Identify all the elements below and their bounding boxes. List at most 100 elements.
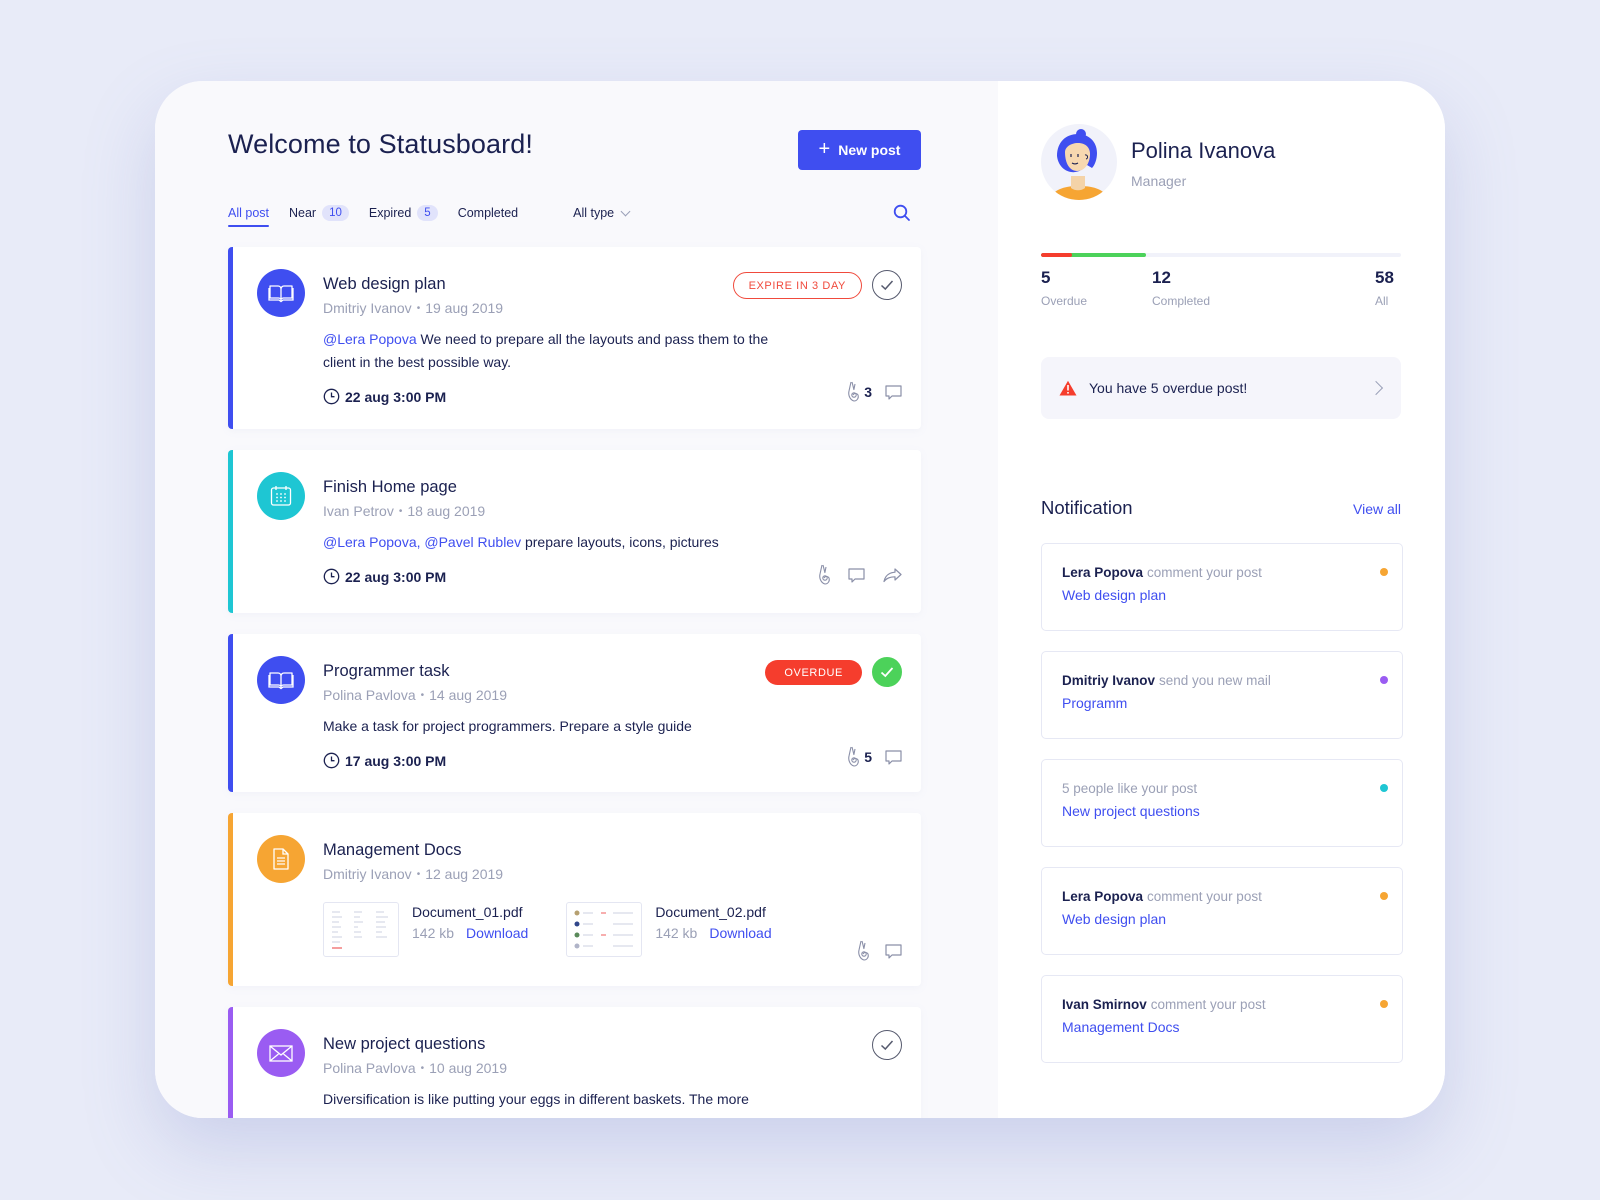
post-body: @Lera Popova We need to prepare all the … [323, 328, 783, 374]
tab-label: All post [228, 206, 269, 220]
app-window: Welcome to Statusboard! + New post All p… [155, 81, 1445, 1118]
tab-near[interactable]: Near 10 [289, 205, 349, 225]
mention-link[interactable]: @Lera Popova, @Pavel Rublev [323, 534, 521, 550]
type-filter-value: All type [573, 206, 615, 220]
avatar[interactable] [1041, 124, 1117, 200]
mail-icon [269, 1045, 293, 1062]
post-status: OVERDUE [765, 657, 902, 687]
separator-dot: • [416, 869, 421, 880]
comment-button[interactable] [884, 749, 903, 766]
notification-list: Lera Popova comment your post Web design … [1041, 543, 1403, 1083]
post-card[interactable]: Web design plan Dmitriy Ivanov • 19 aug 20… [228, 247, 921, 429]
post-card[interactable]: Finish Home page Ivan Petrov • 18 aug 2019… [228, 450, 921, 613]
overdue-alert[interactable]: You have 5 overdue post! [1041, 357, 1401, 419]
post-status [872, 1030, 902, 1060]
like-button[interactable] [856, 940, 870, 962]
like-button[interactable] [817, 564, 831, 586]
ok-hand-icon [819, 564, 830, 585]
post-card[interactable]: Management Docs Dmitriy Ivanov • 12 aug 20… [228, 813, 921, 986]
post-title[interactable]: Finish Home page [323, 478, 901, 497]
share-icon [883, 568, 902, 583]
progress-overdue-segment [1041, 253, 1072, 257]
comment-button[interactable] [884, 943, 903, 960]
like-count: 5 [864, 749, 872, 765]
notification-user: Dmitriy Ivanov [1062, 673, 1156, 688]
notification-link[interactable]: Programm [1062, 695, 1382, 711]
post-author: Polina Pavlova [323, 1060, 416, 1076]
new-post-button[interactable]: + New post [798, 130, 921, 170]
post-date: 19 aug 2019 [425, 300, 504, 316]
ok-hand-icon [848, 746, 859, 767]
post-body: @Lera Popova, @Pavel Rublev prepare layo… [323, 531, 901, 554]
like-button[interactable]: 3 [846, 381, 872, 403]
document-thumbnail[interactable] [566, 902, 643, 957]
clock-icon [323, 388, 340, 405]
new-post-label: New post [838, 142, 901, 158]
expire-badge: EXPIRE IN 3 DAY [732, 271, 862, 299]
notification-action: comment your post [1147, 889, 1262, 904]
stat-label: Overdue [1041, 294, 1088, 308]
tab-label: Completed [457, 206, 519, 220]
post-card[interactable]: New project questions Polina Pavlova • 10 … [228, 1007, 921, 1118]
comment-button[interactable] [884, 384, 903, 401]
post-title[interactable]: New project questions [323, 1035, 901, 1054]
notification-link[interactable]: Web design plan [1062, 911, 1382, 927]
tab-all-post[interactable]: All post [228, 206, 269, 227]
post-type-avatar [257, 269, 305, 317]
notification-link[interactable]: New project questions [1062, 803, 1382, 819]
post-date: 14 aug 2019 [429, 687, 507, 703]
view-all-link[interactable]: View all [1353, 501, 1401, 517]
post-type-avatar [257, 835, 305, 883]
notification-item[interactable]: 5 people like your post New project ques… [1041, 759, 1403, 847]
post-date: 10 aug 2019 [429, 1060, 507, 1076]
alert-text: You have 5 overdue post! [1089, 380, 1248, 396]
separator-dot: • [420, 1063, 425, 1074]
sidebar: Polina Ivanova Manager 5 Overdue 12 Comp… [998, 81, 1445, 1118]
comment-button[interactable] [847, 567, 866, 584]
like-button[interactable]: 5 [846, 746, 872, 768]
notification-link[interactable]: Web design plan [1062, 587, 1382, 603]
post-due: 22 aug 3:00 PM [323, 568, 901, 585]
clock-icon [323, 568, 340, 585]
ok-hand-icon [858, 940, 869, 961]
post-text: Diversification is like putting your egg… [323, 1091, 749, 1107]
search-button[interactable] [892, 203, 912, 223]
tab-expired[interactable]: Expired 5 [369, 205, 438, 225]
attachment: Document_01.pdf 142 kb Download [323, 902, 528, 957]
document-name: Document_02.pdf [655, 904, 766, 920]
post-date: 12 aug 2019 [425, 866, 504, 882]
post-card[interactable]: Programmer task Polina Pavlova • 14 aug 20… [228, 634, 921, 792]
book-icon [268, 672, 294, 690]
notification-item[interactable]: Lera Popova comment your post Web design … [1041, 867, 1403, 955]
share-button[interactable] [882, 567, 903, 583]
plus-icon: + [818, 138, 831, 160]
post-text: Make a task for project programmers. Pre… [323, 718, 692, 734]
download-link[interactable]: Download [709, 925, 771, 941]
count-badge: 10 [322, 205, 349, 221]
mention-link[interactable]: @Lera Popova [323, 331, 417, 347]
complete-toggle[interactable] [872, 270, 902, 300]
tab-label: Near [289, 206, 317, 220]
notification-item[interactable]: Dmitriy Ivanov send you new mail Programm [1041, 651, 1403, 739]
download-link[interactable]: Download [466, 925, 528, 941]
complete-toggle[interactable] [872, 1030, 902, 1060]
post-author: Polina Pavlova [323, 687, 416, 703]
notification-item[interactable]: Ivan Smirnov comment your post Management… [1041, 975, 1403, 1063]
document-thumbnail[interactable] [323, 902, 399, 957]
notification-action: comment your post [1150, 997, 1266, 1012]
post-actions [856, 940, 903, 962]
search-icon [893, 204, 910, 221]
notification-link[interactable]: Management Docs [1062, 1019, 1382, 1035]
due-date: 22 aug 3:00 PM [345, 388, 447, 405]
post-title[interactable]: Management Docs [323, 841, 901, 860]
notification-item[interactable]: Lera Popova comment your post Web design … [1041, 543, 1403, 631]
tab-completed[interactable]: Completed [458, 206, 518, 224]
post-type-avatar [257, 656, 305, 704]
notification-action: comment your post [1147, 565, 1262, 580]
unread-dot [1380, 892, 1388, 900]
unread-dot [1380, 784, 1388, 792]
post-meta: Dmitriy Ivanov • 19 aug 2019 [323, 300, 901, 316]
complete-toggle[interactable] [872, 657, 902, 687]
type-filter-dropdown[interactable]: All type [573, 206, 631, 224]
post-author: Ivan Petrov [323, 503, 394, 519]
